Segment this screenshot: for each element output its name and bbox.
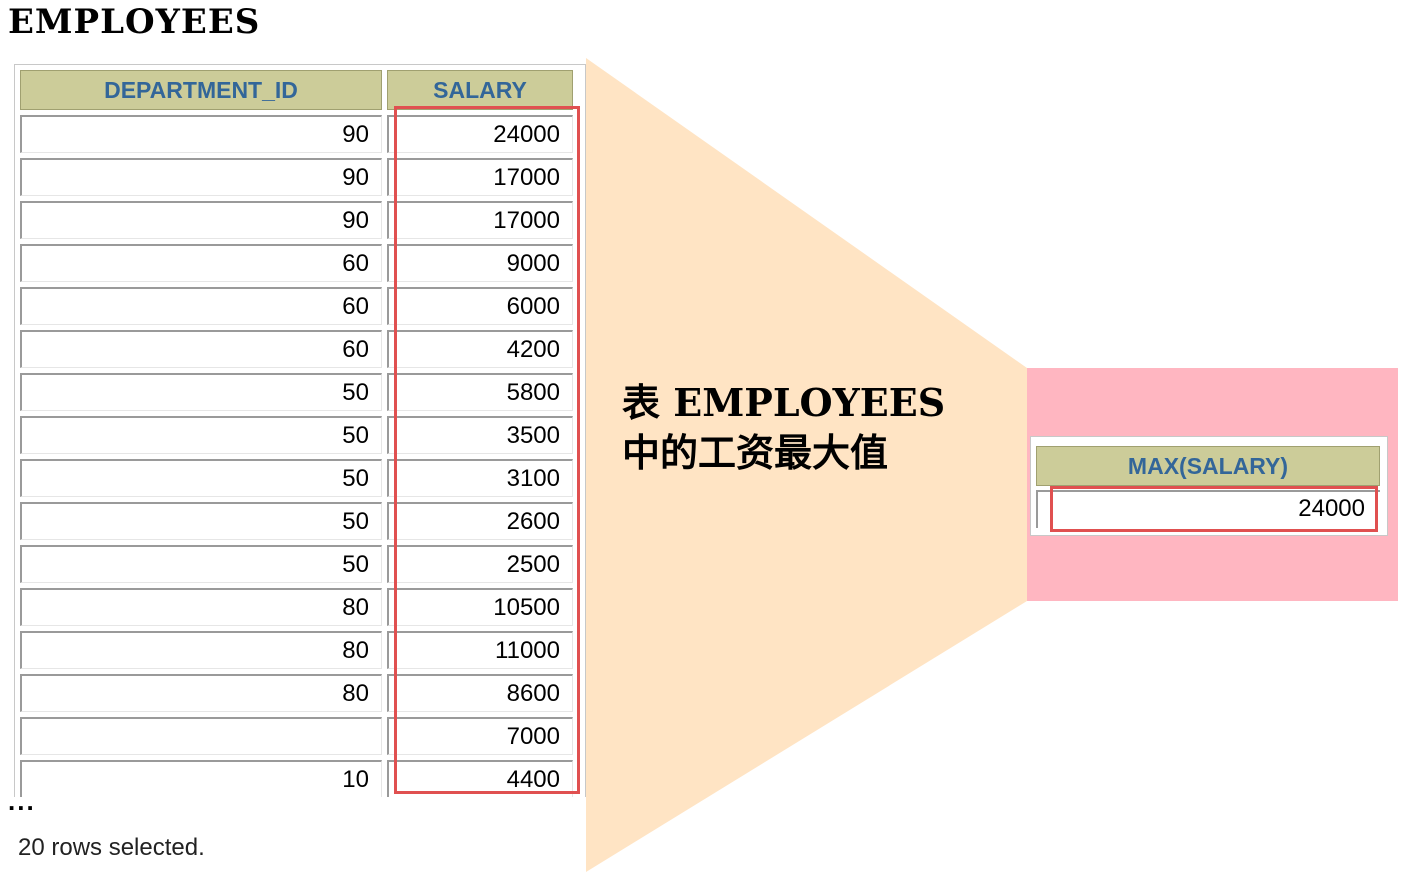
department-id-cell: 80 (20, 588, 382, 626)
max-salary-value: 24000 (1050, 486, 1378, 532)
department-id-cell: 90 (20, 201, 382, 239)
department-id-cell: 50 (20, 545, 382, 583)
department-id-cell: 50 (20, 459, 382, 497)
department-id-cell (20, 717, 382, 755)
rows-selected-status: 20 rows selected. (18, 834, 205, 861)
department-id-cell: 60 (20, 244, 382, 282)
column-header-department-id: DEPARTMENT_ID (20, 70, 382, 110)
department-id-cell: 60 (20, 330, 382, 368)
department-id-cell: 50 (20, 502, 382, 540)
more-rows-ellipsis: ... (8, 786, 36, 816)
department-id-cell: 90 (20, 158, 382, 196)
department-id-cell: 80 (20, 631, 382, 669)
department-id-cell: 50 (20, 416, 382, 454)
caption-line-2: 中的工资最大值 (622, 430, 889, 475)
caption-line-1: 表 EMPLOYEES (622, 380, 946, 425)
department-id-cell: 60 (20, 287, 382, 325)
table-header-row: DEPARTMENT_ID SALARY (20, 70, 573, 110)
column-header-salary: SALARY (387, 70, 573, 110)
department-id-cell: 10 (20, 760, 382, 797)
department-id-cell: 50 (20, 373, 382, 411)
department-id-cell: 90 (20, 115, 382, 153)
salary-column-highlight (394, 106, 580, 794)
column-header-max-salary: MAX(SALARY) (1036, 446, 1380, 486)
caption: 表 EMPLOYEES 中的工资最大值 (622, 378, 945, 478)
department-id-cell: 80 (20, 674, 382, 712)
